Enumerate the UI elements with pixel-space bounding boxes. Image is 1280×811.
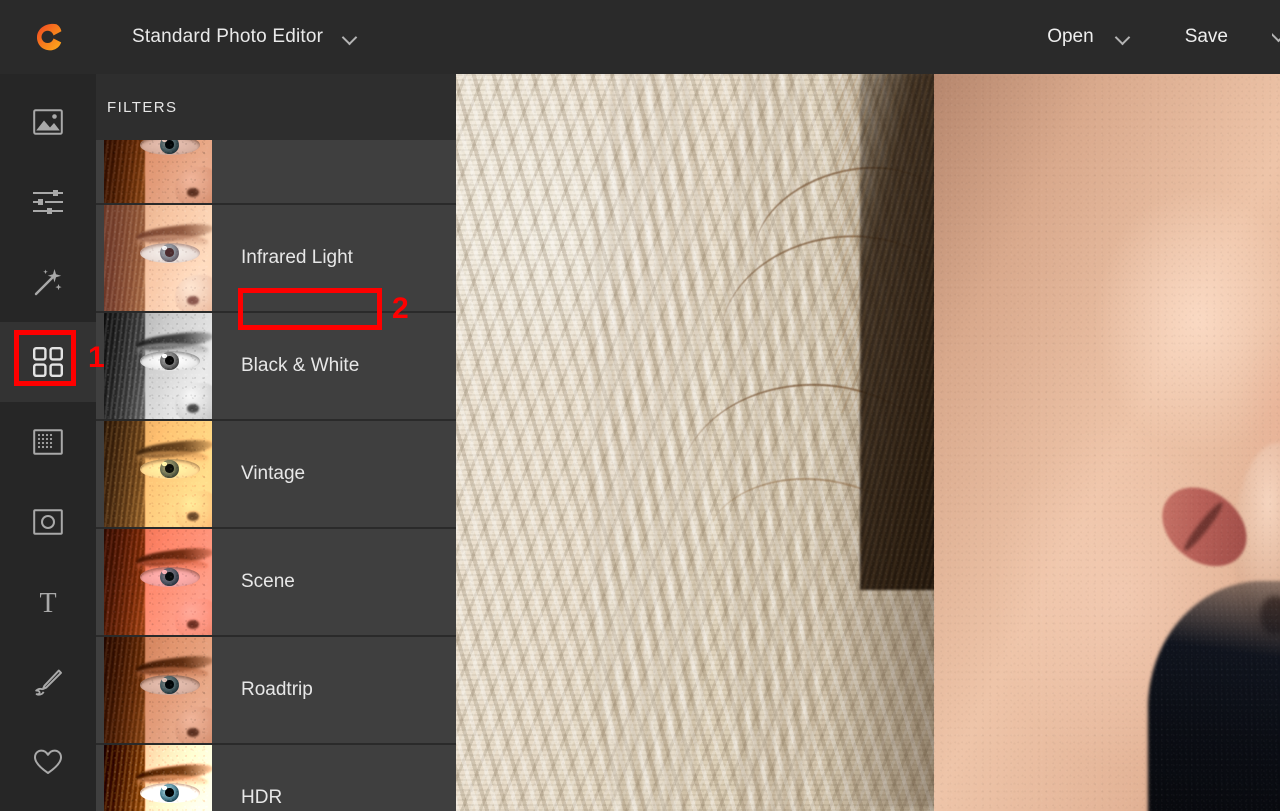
text-icon: T bbox=[35, 588, 61, 616]
frame-icon bbox=[33, 509, 63, 535]
filter-thumbnail bbox=[104, 205, 212, 311]
save-chevron-clip bbox=[1272, 28, 1280, 46]
portrait-face bbox=[934, 74, 1280, 811]
filter-thumbnail bbox=[104, 745, 212, 811]
filter-thumbnail bbox=[104, 637, 212, 743]
open-button[interactable]: Open bbox=[1017, 26, 1128, 48]
chevron-down-icon bbox=[343, 31, 356, 44]
sidebar-item-photo[interactable] bbox=[0, 82, 96, 162]
filter-thumbnail-image bbox=[104, 313, 212, 419]
filter-item-label: Vintage bbox=[212, 421, 305, 527]
photo-editor-logo-icon bbox=[31, 20, 65, 54]
magic-wand-icon bbox=[33, 267, 63, 297]
filter-item-black-white[interactable]: Black & White bbox=[96, 313, 456, 421]
filters-list: Infrared LightBlack & WhiteVintageSceneR… bbox=[96, 140, 456, 811]
filter-thumbnail-image bbox=[104, 637, 212, 743]
image-icon bbox=[33, 109, 63, 135]
filter-thumbnail-image bbox=[104, 529, 212, 635]
filter-thumbnail-image bbox=[104, 421, 212, 527]
image-canvas[interactable] bbox=[456, 74, 1280, 811]
filter-item-label: Black & White bbox=[212, 313, 359, 419]
heart-icon bbox=[33, 748, 63, 776]
header-actions: Open Save bbox=[1017, 26, 1280, 48]
sidebar-item-draw[interactable] bbox=[0, 642, 96, 722]
app-body: T FILTERS Infrared LightBlack & bbox=[0, 74, 1280, 811]
photo-editor-app: Standard Photo Editor Open Save bbox=[0, 0, 1280, 811]
tool-sidebar: T bbox=[0, 74, 96, 811]
filters-panel: FILTERS Infrared LightBlack & WhiteVinta… bbox=[96, 74, 456, 811]
filter-item-partial[interactable] bbox=[96, 140, 456, 205]
filter-item-label: Scene bbox=[212, 529, 295, 635]
texture-icon bbox=[33, 429, 63, 455]
filter-item-scene[interactable]: Scene bbox=[96, 529, 456, 637]
filter-thumbnail-image bbox=[104, 140, 212, 203]
filter-thumbnail bbox=[104, 421, 212, 527]
sidebar-item-adjust[interactable] bbox=[0, 162, 96, 242]
filter-thumbnail bbox=[104, 313, 212, 419]
filters-heading: FILTERS bbox=[107, 99, 177, 116]
sidebar-item-textures[interactable] bbox=[0, 402, 96, 482]
filter-item-infrared-light[interactable]: Infrared Light bbox=[96, 205, 456, 313]
sliders-icon bbox=[32, 189, 64, 215]
filter-item-label: Roadtrip bbox=[212, 637, 313, 743]
sidebar-item-frames[interactable] bbox=[0, 482, 96, 562]
sidebar-item-filters[interactable] bbox=[0, 322, 96, 402]
filter-item-label: Infrared Light bbox=[212, 205, 353, 311]
filter-thumbnail bbox=[104, 140, 212, 203]
chevron-down-icon bbox=[1272, 28, 1280, 41]
filter-item-hdr[interactable]: HDR bbox=[96, 745, 456, 811]
filter-thumbnail bbox=[104, 529, 212, 635]
svg-text:T: T bbox=[39, 588, 56, 616]
sidebar-item-text[interactable]: T bbox=[0, 562, 96, 642]
filters-scroll-area[interactable]: Infrared LightBlack & WhiteVintageSceneR… bbox=[96, 140, 456, 811]
app-header: Standard Photo Editor Open Save bbox=[0, 0, 1280, 74]
filter-item-label: HDR bbox=[212, 745, 282, 811]
page-title: Standard Photo Editor bbox=[132, 26, 323, 48]
filter-item-label bbox=[212, 140, 241, 203]
filters-panel-header: FILTERS bbox=[96, 74, 456, 140]
filter-thumbnail-image bbox=[104, 205, 212, 311]
filter-item-vintage[interactable]: Vintage bbox=[96, 421, 456, 529]
save-button[interactable]: Save bbox=[1129, 26, 1280, 48]
sidebar-item-favorites[interactable] bbox=[0, 722, 96, 802]
chevron-down-icon bbox=[1116, 31, 1129, 44]
dark-hair-strand bbox=[1148, 581, 1280, 811]
logo-button[interactable] bbox=[0, 20, 96, 54]
filter-item-roadtrip[interactable]: Roadtrip bbox=[96, 637, 456, 745]
filter-thumbnail-image bbox=[104, 745, 212, 811]
save-button-label: Save bbox=[1185, 26, 1228, 48]
document-title-dropdown[interactable]: Standard Photo Editor bbox=[132, 26, 356, 48]
open-button-label: Open bbox=[1047, 26, 1093, 48]
edited-photo bbox=[456, 74, 1280, 811]
sidebar-item-effects[interactable] bbox=[0, 242, 96, 322]
brush-icon bbox=[33, 668, 63, 696]
grid-icon bbox=[33, 347, 63, 377]
